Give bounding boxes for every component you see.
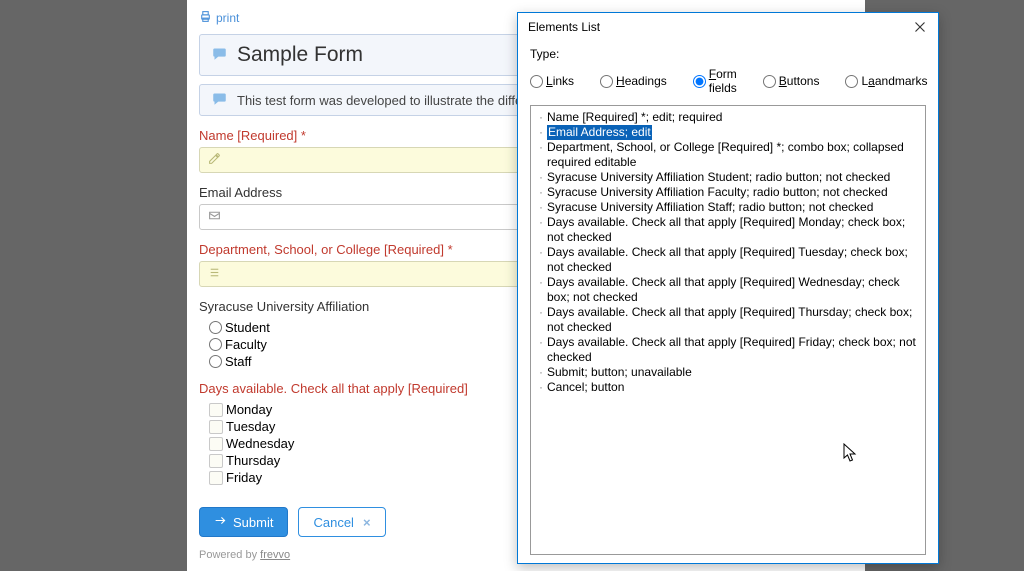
close-icon: × <box>363 515 371 530</box>
tree-item[interactable]: Syracuse University Affiliation Staff; r… <box>537 200 919 215</box>
radio-input[interactable] <box>209 321 222 334</box>
tree-item[interactable]: Email Address; edit <box>537 125 919 140</box>
tree-item[interactable]: Days available. Check all that apply [Re… <box>537 335 919 365</box>
checkbox-label: Wednesday <box>226 436 294 451</box>
tree-item-text: Days available. Check all that apply [Re… <box>547 305 919 335</box>
submit-button[interactable]: Submit <box>199 507 288 537</box>
dialog-title: Elements List <box>528 20 600 34</box>
edit-icon <box>208 152 221 168</box>
submit-label: Submit <box>233 515 273 530</box>
type-buttons[interactable]: Buttons <box>763 74 820 88</box>
powered-link[interactable]: frevvo <box>260 549 290 561</box>
type-label: Type: <box>530 47 926 61</box>
dialog-titlebar: Elements List <box>518 13 938 41</box>
speech-bubble-icon <box>212 46 227 64</box>
print-icon <box>199 10 212 26</box>
tree-item-text: Syracuse University Affiliation Staff; r… <box>547 200 873 215</box>
print-label: print <box>216 11 239 25</box>
tree-item-text: Syracuse University Affiliation Student;… <box>547 170 890 185</box>
radio-input[interactable] <box>209 355 222 368</box>
tree-item[interactable]: Days available. Check all that apply [Re… <box>537 305 919 335</box>
checkbox-label: Monday <box>226 402 272 417</box>
tree-item[interactable]: Cancel; button <box>537 380 919 395</box>
radio-input[interactable] <box>209 338 222 351</box>
type-label-text: inks <box>553 74 574 88</box>
tree-item-text: Days available. Check all that apply [Re… <box>547 335 919 365</box>
radio-label: Staff <box>225 354 252 369</box>
type-radio-row: Links Headings Form fields Buttons Laand… <box>530 67 926 95</box>
tree-item[interactable]: Syracuse University Affiliation Student;… <box>537 170 919 185</box>
cancel-label: Cancel <box>313 515 353 530</box>
print-link[interactable]: print <box>199 10 239 26</box>
checkbox-label: Tuesday <box>226 419 275 434</box>
tree-item[interactable]: Days available. Check all that apply [Re… <box>537 275 919 305</box>
tree-item[interactable]: Days available. Check all that apply [Re… <box>537 215 919 245</box>
radio-label: Faculty <box>225 337 267 352</box>
powered-prefix: Powered by <box>199 549 260 561</box>
tree-item-text: Department, School, or College [Required… <box>547 140 919 170</box>
type-label-text: andmarks <box>875 74 928 88</box>
tree-item[interactable]: Submit; button; unavailable <box>537 365 919 380</box>
radio-input[interactable] <box>845 75 858 88</box>
radio-input[interactable] <box>763 75 776 88</box>
close-button[interactable] <box>912 19 928 35</box>
checkbox-icon[interactable] <box>209 403 223 417</box>
radio-input[interactable] <box>600 75 613 88</box>
type-headings[interactable]: Headings <box>600 74 667 88</box>
tree-item[interactable]: Days available. Check all that apply [Re… <box>537 245 919 275</box>
arrow-right-icon <box>214 514 227 530</box>
envelope-icon <box>208 209 221 225</box>
tree-item[interactable]: Name [Required] *; edit; required <box>537 110 919 125</box>
checkbox-icon[interactable] <box>209 420 223 434</box>
checkbox-label: Friday <box>226 470 262 485</box>
checkbox-label: Thursday <box>226 453 280 468</box>
elements-tree[interactable]: Name [Required] *; edit; requiredEmail A… <box>530 105 926 555</box>
radio-input[interactable] <box>530 75 543 88</box>
tree-item-text: Days available. Check all that apply [Re… <box>547 245 919 275</box>
tree-item-text: Email Address; edit <box>547 125 652 140</box>
speech-bubble-icon <box>212 91 227 109</box>
dialog-body: Type: Links Headings Form fields Buttons… <box>518 41 938 561</box>
checkbox-icon[interactable] <box>209 454 223 468</box>
tree-item-text: Submit; button; unavailable <box>547 365 692 380</box>
radio-input[interactable] <box>693 75 706 88</box>
cancel-button[interactable]: Cancel × <box>298 507 385 537</box>
type-landmarks[interactable]: Laandmarks <box>845 74 927 88</box>
tree-item[interactable]: Department, School, or College [Required… <box>537 140 919 170</box>
type-label-text: uttons <box>787 74 820 88</box>
tree-item-text: Name [Required] *; edit; required <box>547 110 722 125</box>
elements-list-dialog: Elements List Type: Links Headings Form … <box>517 12 939 564</box>
checkbox-icon[interactable] <box>209 437 223 451</box>
checkbox-icon[interactable] <box>209 471 223 485</box>
list-icon <box>208 266 221 282</box>
tree-item-text: Days available. Check all that apply [Re… <box>547 215 919 245</box>
tree-item-text: Syracuse University Affiliation Faculty;… <box>547 185 888 200</box>
tree-item-text: Cancel; button <box>547 380 624 395</box>
radio-label: Student <box>225 320 270 335</box>
type-label-text: eadings <box>625 74 667 88</box>
tree-item[interactable]: Syracuse University Affiliation Faculty;… <box>537 185 919 200</box>
tree-item-text: Days available. Check all that apply [Re… <box>547 275 919 305</box>
page-title: Sample Form <box>237 43 363 67</box>
type-form-fields[interactable]: Form fields <box>693 67 737 95</box>
type-links[interactable]: Links <box>530 74 574 88</box>
